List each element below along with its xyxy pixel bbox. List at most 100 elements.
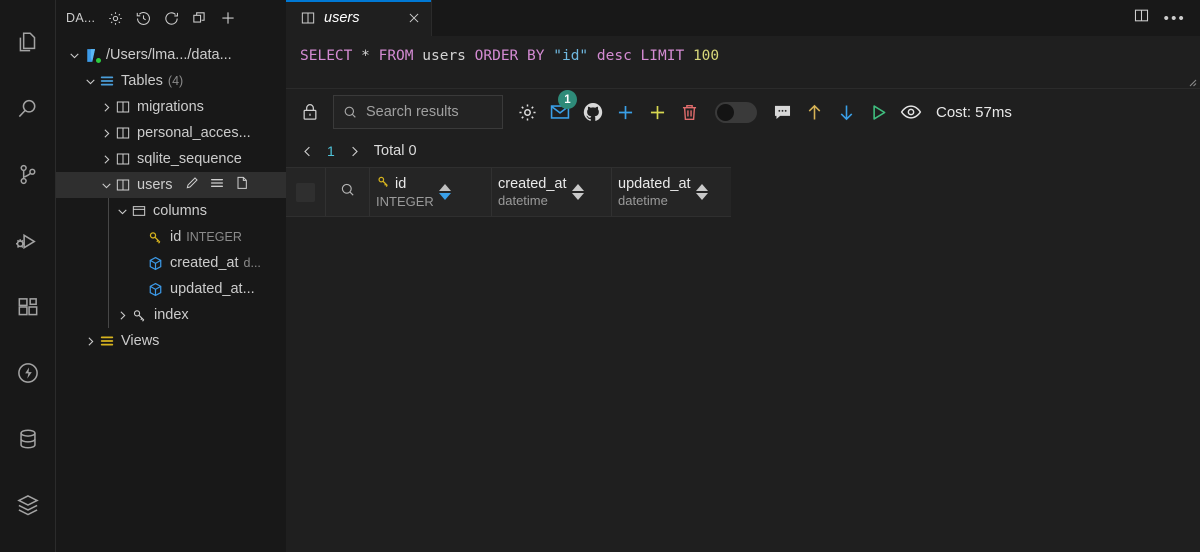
column-header-type: datetime xyxy=(498,193,567,209)
chevron-right-icon[interactable] xyxy=(98,153,115,166)
settings-button[interactable] xyxy=(517,102,538,123)
table-label: sqlite_sequence xyxy=(137,151,242,167)
add-row-button[interactable] xyxy=(615,102,636,123)
column-name: id xyxy=(170,229,181,245)
sql-token: FROM xyxy=(379,48,414,64)
close-icon[interactable] xyxy=(401,11,421,25)
ellipsis-icon[interactable]: ••• xyxy=(1164,11,1186,26)
sql-token: BY xyxy=(527,48,544,64)
export-up-button[interactable] xyxy=(804,102,825,123)
select-all-checkbox[interactable] xyxy=(286,168,326,216)
column-header-created-at[interactable]: created_at datetime xyxy=(492,168,612,216)
chevron-down-icon[interactable] xyxy=(66,49,83,62)
list-icon[interactable] xyxy=(209,175,225,195)
comment-button[interactable] xyxy=(772,102,793,123)
tree-item-table-users[interactable]: users xyxy=(56,172,286,198)
column-filter-button[interactable] xyxy=(326,168,370,216)
tree-item-table-sqlite-sequence[interactable]: sqlite_sequence xyxy=(56,146,286,172)
page-number[interactable]: 1 xyxy=(327,143,335,159)
query-cost-label: Cost: 57ms xyxy=(936,104,1012,121)
edit-icon[interactable] xyxy=(184,175,200,195)
chevron-down-icon[interactable] xyxy=(114,205,131,218)
refresh-icon[interactable] xyxy=(163,10,180,27)
preview-button[interactable] xyxy=(900,101,922,123)
split-editor-icon[interactable] xyxy=(1133,7,1150,29)
sql-editor[interactable]: SELECT * FROM users ORDER BY "id" desc L… xyxy=(286,36,1200,89)
chevron-down-icon[interactable] xyxy=(98,179,115,192)
tree-item-index-group[interactable]: index xyxy=(56,302,286,328)
activitybar-item-source-control[interactable] xyxy=(0,142,56,208)
toolbar-buttons: 1 xyxy=(517,101,922,123)
tables-group-icon xyxy=(99,73,115,89)
tab-users[interactable]: users xyxy=(286,0,432,36)
database-icon xyxy=(15,426,41,452)
table-icon xyxy=(115,177,131,193)
table-label: migrations xyxy=(137,99,204,115)
chevron-left-icon[interactable] xyxy=(300,144,315,159)
lock-icon[interactable] xyxy=(300,102,320,122)
new-file-icon[interactable] xyxy=(234,175,250,195)
activity-bar xyxy=(0,0,56,552)
import-down-button[interactable] xyxy=(836,102,857,123)
gear-icon[interactable] xyxy=(107,10,124,27)
tree-item-table-migrations[interactable]: migrations xyxy=(56,94,286,120)
chevron-right-icon[interactable] xyxy=(114,309,131,322)
sql-token: * xyxy=(361,48,370,64)
sql-space xyxy=(632,48,641,64)
tree-item-connection[interactable]: /Users/lma.../data... xyxy=(56,42,286,68)
lightning-icon xyxy=(15,360,41,386)
tree-item-table-personal-access-tokens[interactable]: personal_acces... xyxy=(56,120,286,146)
columns-group-icon xyxy=(131,203,147,219)
editor-resize-grip[interactable] xyxy=(1185,74,1197,86)
editor-area: users ••• SELECT * FROM users ORDER BY xyxy=(286,0,1200,552)
activitybar-item-layers[interactable] xyxy=(0,472,56,538)
activitybar-item-run-and-debug[interactable] xyxy=(0,208,56,274)
tree-item-column-created-at[interactable]: created_at d... xyxy=(56,250,286,276)
activitybar-item-explorer[interactable] xyxy=(0,10,56,76)
plus-icon[interactable] xyxy=(219,9,237,27)
activitybar-item-lightning[interactable] xyxy=(0,340,56,406)
column-header-id[interactable]: id INTEGER xyxy=(370,168,492,216)
activitybar-item-search[interactable] xyxy=(0,76,56,142)
database-tree: /Users/lma.../data... Tables (4) xyxy=(56,36,286,354)
sort-toggle-updated-at[interactable] xyxy=(696,184,708,200)
activitybar-item-extensions[interactable] xyxy=(0,274,56,340)
sort-toggle-created-at[interactable] xyxy=(572,184,584,200)
github-button[interactable] xyxy=(582,101,604,123)
tree-item-tables-group[interactable]: Tables (4) xyxy=(56,68,286,94)
chevron-right-icon[interactable] xyxy=(98,101,115,114)
layers-icon xyxy=(15,492,41,518)
mail-button[interactable]: 1 xyxy=(549,101,571,123)
chevron-down-icon[interactable] xyxy=(82,75,99,88)
column-header-updated-at[interactable]: updated_at datetime xyxy=(612,168,731,216)
sql-token: desc xyxy=(597,48,632,64)
table-label: personal_acces... xyxy=(137,125,251,141)
sort-asc-arrow xyxy=(696,184,708,191)
tree-item-column-id[interactable]: id INTEGER xyxy=(56,224,286,250)
chevron-right-icon[interactable] xyxy=(347,144,362,159)
sql-space xyxy=(684,48,693,64)
tree-item-columns-group[interactable]: columns xyxy=(56,198,286,224)
activitybar-item-database[interactable] xyxy=(0,406,56,472)
search-results-box[interactable]: Search results xyxy=(333,95,503,129)
add-column-button[interactable] xyxy=(647,102,668,123)
source-control-icon xyxy=(15,162,41,188)
tree-item-column-updated-at[interactable]: updated_at... xyxy=(56,276,286,302)
indent-guide xyxy=(108,276,109,302)
delete-row-button[interactable] xyxy=(679,102,700,123)
collapse-all-icon[interactable] xyxy=(191,10,208,27)
chevron-right-icon[interactable] xyxy=(82,335,99,348)
chevron-right-icon[interactable] xyxy=(98,127,115,140)
sql-space xyxy=(414,48,423,64)
run-query-button[interactable] xyxy=(868,102,889,123)
sort-toggle-id[interactable] xyxy=(439,184,451,200)
sidebar-header: DA... xyxy=(56,0,286,36)
indent-guide xyxy=(108,198,109,224)
tables-count: (4) xyxy=(168,74,183,88)
sort-desc-arrow xyxy=(696,193,708,200)
indent-guide xyxy=(108,224,109,250)
history-icon[interactable] xyxy=(135,10,152,27)
edit-mode-toggle[interactable] xyxy=(715,102,757,123)
search-input[interactable]: Search results xyxy=(366,104,459,120)
tree-item-views-group[interactable]: Views xyxy=(56,328,286,354)
